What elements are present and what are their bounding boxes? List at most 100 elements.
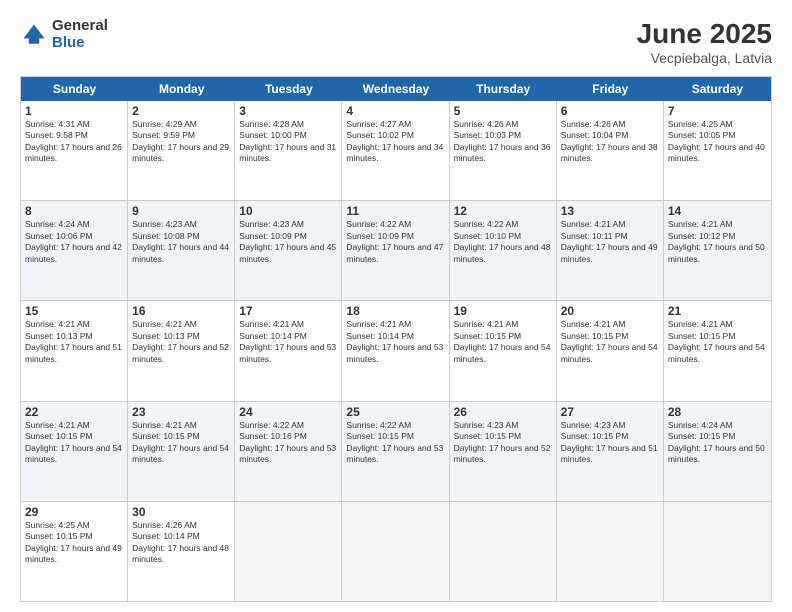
day-info: Sunrise: 4:22 AM Sunset: 10:15 PM Daylig… [346, 420, 444, 466]
calendar-cell: 10Sunrise: 4:23 AM Sunset: 10:09 PM Dayl… [235, 201, 342, 300]
day-info: Sunrise: 4:23 AM Sunset: 10:08 PM Daylig… [132, 219, 230, 265]
calendar-cell: 17Sunrise: 4:21 AM Sunset: 10:14 PM Dayl… [235, 301, 342, 400]
day-number: 1 [25, 104, 123, 118]
calendar-cell: 15Sunrise: 4:21 AM Sunset: 10:13 PM Dayl… [21, 301, 128, 400]
day-info: Sunrise: 4:24 AM Sunset: 10:15 PM Daylig… [668, 420, 767, 466]
calendar-cell: 13Sunrise: 4:21 AM Sunset: 10:11 PM Dayl… [557, 201, 664, 300]
day-number: 29 [25, 505, 123, 519]
calendar-cell: 20Sunrise: 4:21 AM Sunset: 10:15 PM Dayl… [557, 301, 664, 400]
header-sunday: Sunday [21, 77, 128, 101]
day-info: Sunrise: 4:23 AM Sunset: 10:09 PM Daylig… [239, 219, 337, 265]
day-number: 6 [561, 104, 659, 118]
calendar-row: 29Sunrise: 4:25 AM Sunset: 10:15 PM Dayl… [21, 501, 771, 601]
day-number: 8 [25, 204, 123, 218]
calendar-cell [342, 502, 449, 601]
calendar-row: 1Sunrise: 4:31 AM Sunset: 9:58 PM Daylig… [21, 101, 771, 200]
calendar-cell: 7Sunrise: 4:25 AM Sunset: 10:05 PM Dayli… [664, 101, 771, 200]
day-info: Sunrise: 4:26 AM Sunset: 10:03 PM Daylig… [454, 119, 552, 165]
day-number: 30 [132, 505, 230, 519]
day-info: Sunrise: 4:23 AM Sunset: 10:15 PM Daylig… [454, 420, 552, 466]
day-number: 15 [25, 304, 123, 318]
day-number: 26 [454, 405, 552, 419]
day-info: Sunrise: 4:25 AM Sunset: 10:15 PM Daylig… [25, 520, 123, 566]
day-info: Sunrise: 4:27 AM Sunset: 10:02 PM Daylig… [346, 119, 444, 165]
calendar-cell: 16Sunrise: 4:21 AM Sunset: 10:13 PM Dayl… [128, 301, 235, 400]
calendar-cell: 8Sunrise: 4:24 AM Sunset: 10:06 PM Dayli… [21, 201, 128, 300]
calendar-cell: 23Sunrise: 4:21 AM Sunset: 10:15 PM Dayl… [128, 402, 235, 501]
calendar-cell [664, 502, 771, 601]
calendar-row: 15Sunrise: 4:21 AM Sunset: 10:13 PM Dayl… [21, 300, 771, 400]
calendar-cell: 5Sunrise: 4:26 AM Sunset: 10:03 PM Dayli… [450, 101, 557, 200]
day-number: 20 [561, 304, 659, 318]
calendar-cell: 28Sunrise: 4:24 AM Sunset: 10:15 PM Dayl… [664, 402, 771, 501]
day-number: 7 [668, 104, 767, 118]
calendar-cell [557, 502, 664, 601]
day-info: Sunrise: 4:21 AM Sunset: 10:15 PM Daylig… [132, 420, 230, 466]
calendar-cell: 22Sunrise: 4:21 AM Sunset: 10:15 PM Dayl… [21, 402, 128, 501]
title-block: June 2025 Vecpiebalga, Latvia [637, 18, 772, 66]
day-info: Sunrise: 4:21 AM Sunset: 10:14 PM Daylig… [239, 319, 337, 365]
day-number: 16 [132, 304, 230, 318]
calendar-cell: 14Sunrise: 4:21 AM Sunset: 10:12 PM Dayl… [664, 201, 771, 300]
location: Vecpiebalga, Latvia [637, 50, 772, 66]
calendar-header: Sunday Monday Tuesday Wednesday Thursday… [21, 77, 771, 101]
day-number: 23 [132, 405, 230, 419]
logo-icon [20, 21, 48, 49]
header-saturday: Saturday [664, 77, 771, 101]
day-number: 27 [561, 405, 659, 419]
day-info: Sunrise: 4:23 AM Sunset: 10:15 PM Daylig… [561, 420, 659, 466]
day-number: 5 [454, 104, 552, 118]
calendar-cell: 19Sunrise: 4:21 AM Sunset: 10:15 PM Dayl… [450, 301, 557, 400]
logo-general: General [52, 18, 108, 35]
header-tuesday: Tuesday [235, 77, 342, 101]
day-number: 9 [132, 204, 230, 218]
calendar-cell: 2Sunrise: 4:29 AM Sunset: 9:59 PM Daylig… [128, 101, 235, 200]
day-info: Sunrise: 4:21 AM Sunset: 10:12 PM Daylig… [668, 219, 767, 265]
day-number: 12 [454, 204, 552, 218]
day-number: 19 [454, 304, 552, 318]
calendar-cell: 21Sunrise: 4:21 AM Sunset: 10:15 PM Dayl… [664, 301, 771, 400]
header: General Blue June 2025 Vecpiebalga, Latv… [20, 18, 772, 66]
day-number: 21 [668, 304, 767, 318]
day-number: 10 [239, 204, 337, 218]
day-number: 14 [668, 204, 767, 218]
calendar-cell [235, 502, 342, 601]
header-monday: Monday [128, 77, 235, 101]
day-info: Sunrise: 4:26 AM Sunset: 10:04 PM Daylig… [561, 119, 659, 165]
calendar-cell: 11Sunrise: 4:22 AM Sunset: 10:09 PM Dayl… [342, 201, 449, 300]
day-info: Sunrise: 4:31 AM Sunset: 9:58 PM Dayligh… [25, 119, 123, 165]
calendar-cell: 26Sunrise: 4:23 AM Sunset: 10:15 PM Dayl… [450, 402, 557, 501]
day-number: 13 [561, 204, 659, 218]
day-number: 17 [239, 304, 337, 318]
day-info: Sunrise: 4:22 AM Sunset: 10:16 PM Daylig… [239, 420, 337, 466]
day-number: 11 [346, 204, 444, 218]
logo: General Blue [20, 18, 108, 51]
day-info: Sunrise: 4:22 AM Sunset: 10:10 PM Daylig… [454, 219, 552, 265]
header-friday: Friday [557, 77, 664, 101]
day-info: Sunrise: 4:24 AM Sunset: 10:06 PM Daylig… [25, 219, 123, 265]
calendar-cell: 12Sunrise: 4:22 AM Sunset: 10:10 PM Dayl… [450, 201, 557, 300]
month-title: June 2025 [637, 18, 772, 50]
calendar-body: 1Sunrise: 4:31 AM Sunset: 9:58 PM Daylig… [21, 101, 771, 601]
day-number: 2 [132, 104, 230, 118]
day-info: Sunrise: 4:21 AM Sunset: 10:15 PM Daylig… [668, 319, 767, 365]
logo-blue: Blue [52, 35, 108, 52]
day-info: Sunrise: 4:25 AM Sunset: 10:05 PM Daylig… [668, 119, 767, 165]
calendar-cell: 30Sunrise: 4:26 AM Sunset: 10:14 PM Dayl… [128, 502, 235, 601]
calendar: Sunday Monday Tuesday Wednesday Thursday… [20, 76, 772, 602]
page: General Blue June 2025 Vecpiebalga, Latv… [0, 0, 792, 612]
header-thursday: Thursday [450, 77, 557, 101]
day-info: Sunrise: 4:29 AM Sunset: 9:59 PM Dayligh… [132, 119, 230, 165]
calendar-cell: 27Sunrise: 4:23 AM Sunset: 10:15 PM Dayl… [557, 402, 664, 501]
day-number: 25 [346, 405, 444, 419]
day-info: Sunrise: 4:21 AM Sunset: 10:14 PM Daylig… [346, 319, 444, 365]
calendar-cell: 3Sunrise: 4:28 AM Sunset: 10:00 PM Dayli… [235, 101, 342, 200]
calendar-cell: 24Sunrise: 4:22 AM Sunset: 10:16 PM Dayl… [235, 402, 342, 501]
day-info: Sunrise: 4:28 AM Sunset: 10:00 PM Daylig… [239, 119, 337, 165]
day-info: Sunrise: 4:21 AM Sunset: 10:15 PM Daylig… [25, 420, 123, 466]
day-number: 4 [346, 104, 444, 118]
header-wednesday: Wednesday [342, 77, 449, 101]
calendar-cell: 18Sunrise: 4:21 AM Sunset: 10:14 PM Dayl… [342, 301, 449, 400]
calendar-cell: 4Sunrise: 4:27 AM Sunset: 10:02 PM Dayli… [342, 101, 449, 200]
calendar-cell: 25Sunrise: 4:22 AM Sunset: 10:15 PM Dayl… [342, 402, 449, 501]
